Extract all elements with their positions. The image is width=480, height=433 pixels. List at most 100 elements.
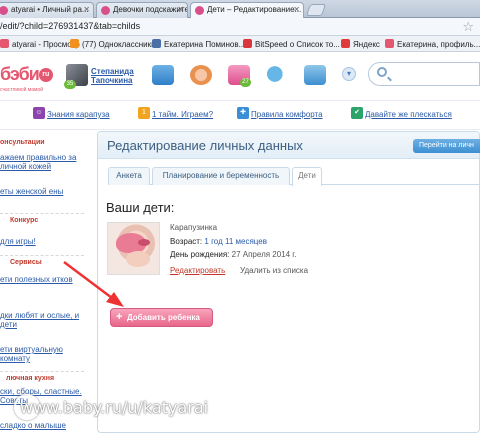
child-photo[interactable]	[107, 222, 160, 275]
logo-text: бэби	[0, 64, 40, 84]
subnav-label: 1 тайм. Играем?	[152, 110, 214, 119]
divider	[0, 213, 84, 214]
sidebar-section-services: Сервисы	[10, 259, 42, 266]
delete-child-link[interactable]: Удалить из списка	[240, 266, 308, 275]
birthday-value: 27 Апреля 2014 г.	[231, 250, 297, 259]
children-heading: Ваши дети:	[106, 200, 175, 215]
sidebar-link[interactable]: ети полезных итков	[0, 275, 86, 284]
bookmark-favicon-icon	[152, 39, 161, 48]
subnav-link-knowledge[interactable]: ☺ Знания карапуза	[33, 107, 110, 119]
sidebar-link[interactable]: для игры!	[0, 237, 86, 246]
add-child-label: Добавить ребенка	[127, 313, 200, 322]
sidebar-link[interactable]: дки любят и ослые, и дети	[0, 311, 86, 329]
bookmark-item[interactable]: Екатерина Поминов...	[152, 39, 245, 49]
goto-personal-button[interactable]: Перейти на личн	[413, 139, 480, 153]
search-input[interactable]	[368, 62, 480, 86]
bookmark-item[interactable]: atyarai - Просмотр	[0, 39, 80, 49]
bookmark-label: (77) Одноклассники	[82, 40, 156, 49]
bookmark-label: Екатерина, профиль...	[397, 40, 480, 49]
user-first-name: Степанида	[91, 67, 134, 76]
browser-tab-strip: atyarai • Личный ра... ✕ Девочки подскаж…	[0, 0, 480, 18]
subnav-link-bath[interactable]: ✔ Давайте же плескаться	[351, 107, 452, 119]
edit-child-link[interactable]: Редактировать	[170, 266, 225, 275]
watermark-text: www.baby.ru/u/katyarai	[20, 398, 209, 417]
site-header: бэби ru счастливой мамой 35 Степанида Тапо…	[0, 52, 480, 98]
site-tagline: счастливой мамой	[0, 87, 44, 93]
subnav-label: Давайте же плескаться	[365, 110, 452, 119]
panel-header: Редактирование личных данных Перейти на …	[98, 132, 480, 159]
ribbon-shape	[138, 239, 150, 246]
site-favicon-icon	[0, 6, 8, 15]
avatar-badge: 35	[64, 80, 76, 89]
subnav-label: Правила комфорта	[251, 110, 323, 119]
sub-navigation: ☺ Знания карапуза 11 тайм. Играем? ✚ Прави…	[0, 100, 480, 130]
user-last-name: Тапочкина	[91, 76, 133, 85]
bookmark-item[interactable]: BitSpeed о Список то...	[243, 39, 340, 49]
tab-questionnaire[interactable]: Анкета	[108, 167, 150, 185]
baby-icon: ☺	[33, 107, 45, 119]
search-icon	[377, 67, 387, 77]
close-tab-icon[interactable]: ✕	[177, 5, 184, 14]
browser-tab-label: atyarai • Личный ра...	[11, 5, 89, 14]
birthday-label: День рождения:	[170, 250, 230, 259]
sidebar-link[interactable]: еты женской ены	[0, 187, 86, 196]
child-age-row: Возраст: 1 год 11 месяцев	[170, 237, 267, 246]
url-text[interactable]: /edit/?child=276931437&tab=childs	[0, 21, 140, 31]
site-logo[interactable]: бэби ru	[0, 64, 53, 85]
address-bar[interactable]: /edit/?child=276931437&tab=childs ☆	[0, 18, 480, 36]
bookmark-favicon-icon	[385, 39, 394, 48]
bookmark-item[interactable]: Яндекс	[341, 39, 380, 49]
divider	[0, 371, 84, 372]
play-icon: 1	[138, 107, 150, 119]
wallet-icon[interactable]	[152, 65, 174, 85]
subnav-label: Знания карапуза	[47, 110, 110, 119]
chevron-down-icon[interactable]: ▾	[342, 67, 356, 81]
browser-tab-1[interactable]: atyarai • Личный ра... ✕	[0, 2, 94, 18]
edit-profile-panel: Редактирование личных данных Перейти на …	[97, 131, 480, 433]
bookmark-label: BitSpeed о Список то...	[255, 40, 340, 49]
bookmark-favicon-icon	[70, 39, 79, 48]
tab-planning[interactable]: Планирование и беременность	[152, 167, 290, 185]
face-icon[interactable]	[190, 65, 212, 85]
profile-tabs: Анкета Планирование и беременность Дети	[108, 167, 480, 186]
browser-tab-active[interactable]: Дети – Редактирование... ✕	[190, 2, 304, 18]
bookmark-item[interactable]: Екатерина, профиль...	[385, 39, 480, 49]
child-name: Карапузинка	[170, 223, 218, 232]
close-tab-icon[interactable]: ✕	[83, 5, 90, 14]
sidebar-section-contest: Конкурс	[10, 217, 39, 224]
tab-children[interactable]: Дети	[292, 167, 322, 186]
plus-icon: +	[116, 311, 123, 323]
page-title: Редактирование личных данных	[107, 138, 303, 153]
logo-suffix: ru	[38, 68, 53, 82]
bookmark-favicon-icon	[341, 39, 350, 48]
age-value: 1 год 11 месяцев	[204, 237, 267, 246]
bookmark-label: Екатерина Поминов...	[164, 40, 246, 49]
comfort-icon: ✚	[237, 107, 249, 119]
new-tab-button[interactable]	[305, 4, 327, 16]
sidebar-link[interactable]: ажаем правильно за личной кожей	[0, 153, 86, 171]
age-label: Возраст:	[170, 237, 203, 246]
browser-tab-label: Дети – Редактирование...	[207, 5, 302, 14]
browser-tab-2[interactable]: Девочки подскажите к... ✕	[96, 2, 188, 18]
sidebar-section-kitchen: лючная кухня	[6, 375, 55, 382]
bookmark-star-icon[interactable]: ☆	[462, 19, 474, 35]
face-shape	[126, 251, 150, 267]
username-link[interactable]: Степанида Тапочкина	[91, 67, 134, 85]
bookmark-item[interactable]: (77) Одноклассники	[70, 39, 156, 49]
bookmark-favicon-icon	[243, 39, 252, 48]
photos-icon[interactable]	[304, 65, 326, 85]
chat-icon[interactable]	[266, 65, 288, 85]
sidebar-link[interactable]: ети виртуальную комнату	[0, 345, 86, 363]
subnav-link-play[interactable]: 11 тайм. Играем?	[138, 107, 214, 119]
bookmarks-bar: atyarai - Просмотр (77) Одноклассники Ек…	[0, 36, 480, 52]
sidebar-link[interactable]: сладко о малыше	[0, 421, 86, 430]
site-favicon-icon	[195, 6, 204, 15]
sidebar: онсультации ажаем правильно за личной ко…	[0, 131, 88, 433]
sidebar-section-consult: онсультации	[0, 139, 45, 146]
bookmark-favicon-icon	[0, 39, 9, 48]
add-child-button[interactable]: + Добавить ребенка	[110, 308, 213, 327]
subnav-link-comfort[interactable]: ✚ Правила комфорта	[237, 107, 323, 119]
close-tab-icon[interactable]: ✕	[293, 5, 300, 14]
bookmark-label: Яндекс	[353, 40, 380, 49]
child-birthday-row: День рождения: 27 Апреля 2014 г.	[170, 250, 296, 259]
